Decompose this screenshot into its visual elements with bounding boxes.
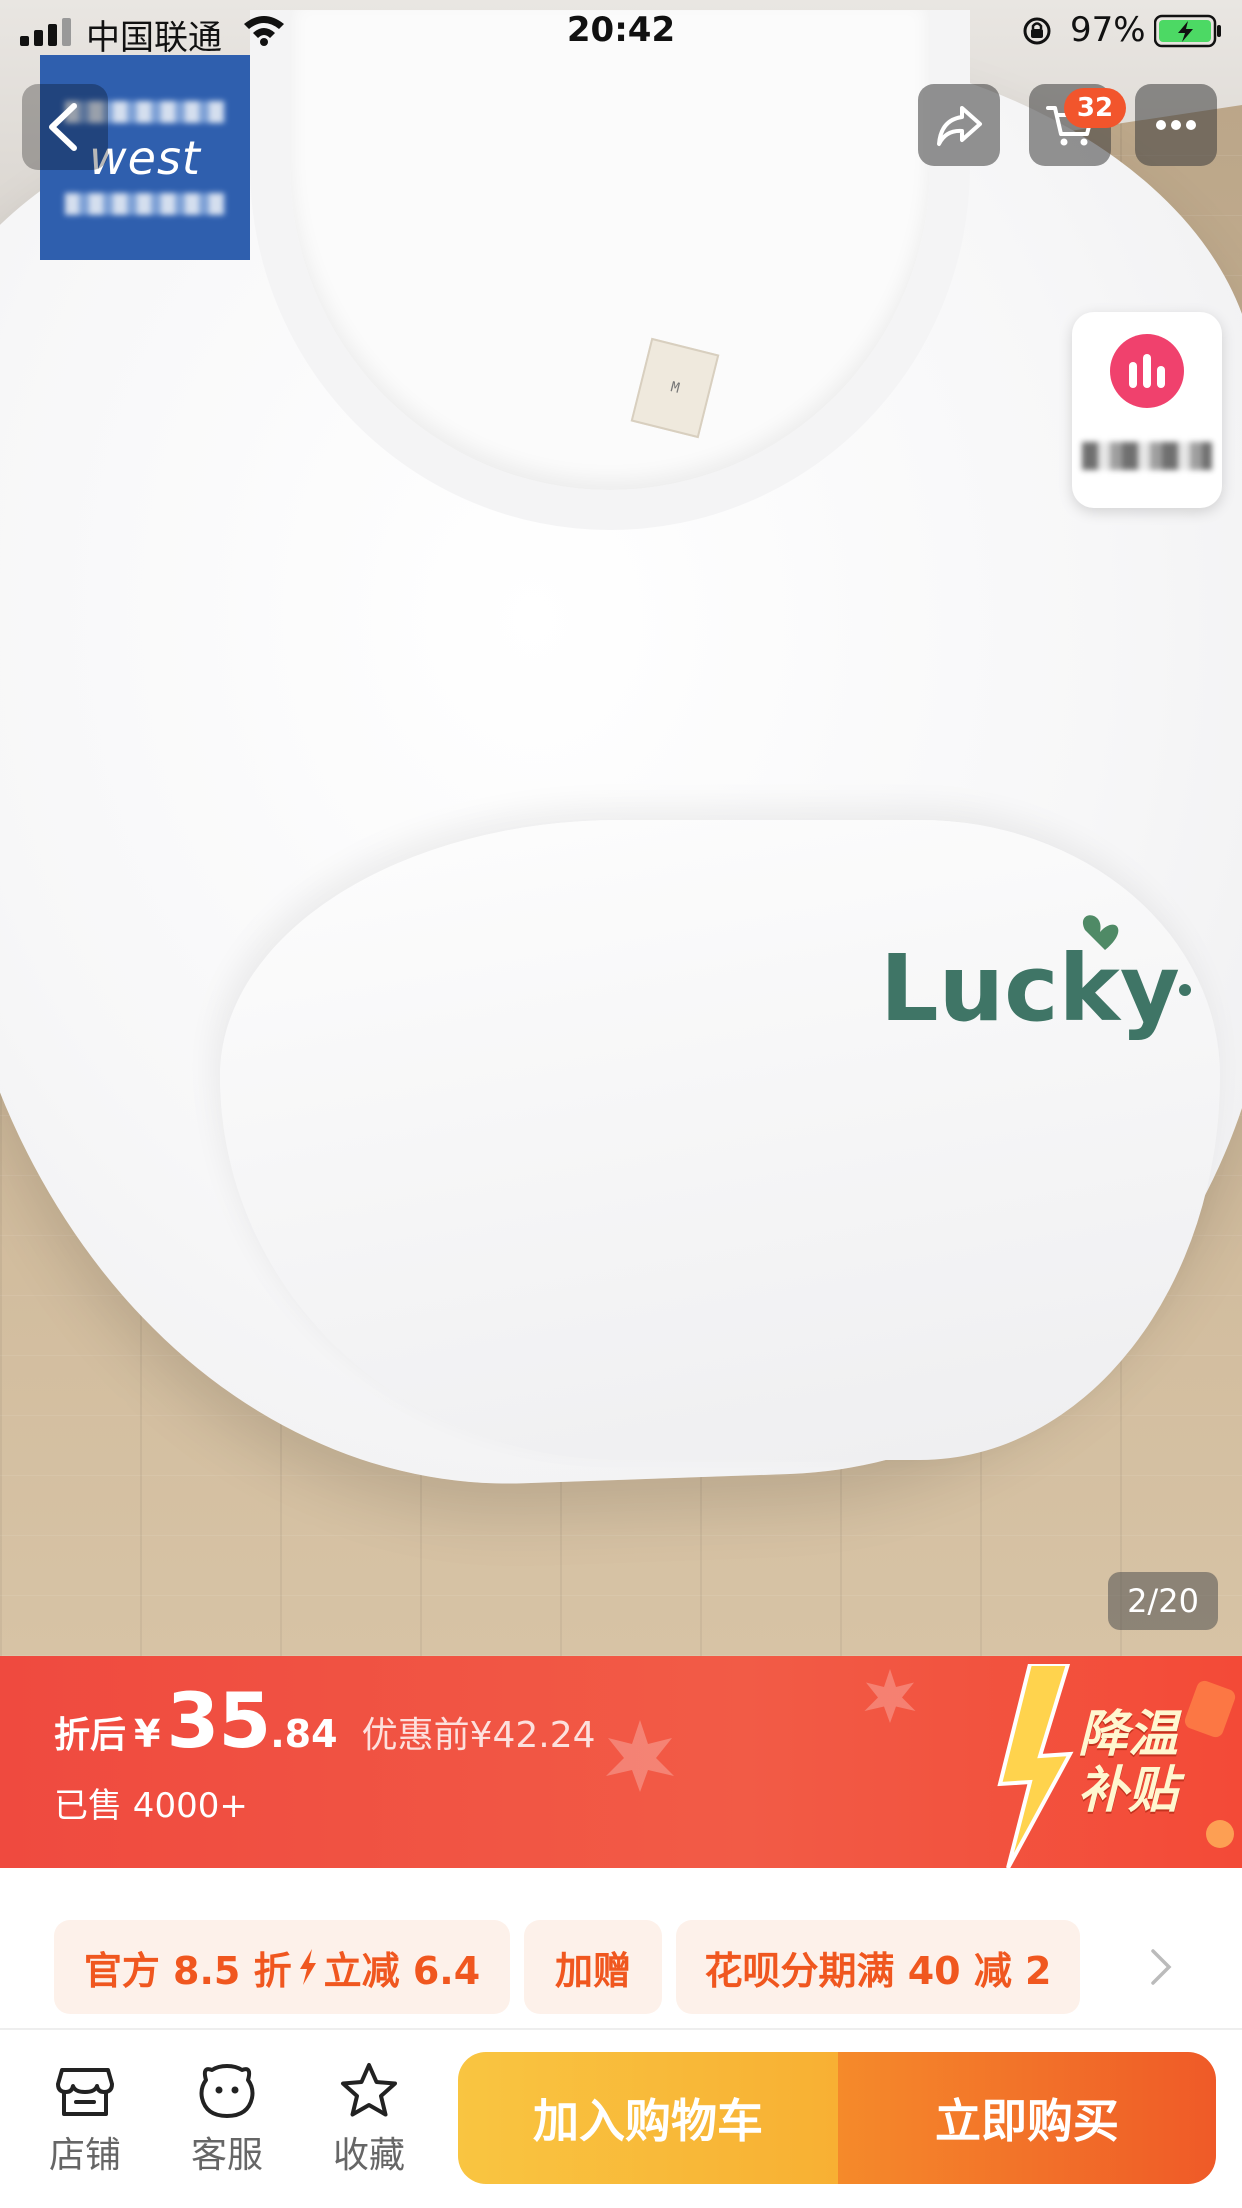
coupon-row: 官方 8.5 折 立减 6.4 加赠 花呗分期满 40 减 2	[0, 1868, 1242, 2028]
image-counter: 2/20	[1108, 1572, 1218, 1630]
live-stream-widget[interactable]	[1072, 312, 1222, 508]
buy-now-button[interactable]: 立即购买	[838, 2052, 1216, 2184]
official-discount-text: 官方 8.5 折	[83, 1948, 292, 1993]
back-button[interactable]	[22, 84, 108, 170]
share-button[interactable]	[918, 84, 1000, 166]
official-discount-coupon[interactable]: 官方 8.5 折 立减 6.4	[54, 1920, 510, 2014]
installment-coupon[interactable]: 花呗分期满 40 减 2	[676, 1920, 1080, 2014]
price-decimal: .84	[270, 1712, 338, 1756]
price-prefix: 折后	[54, 1715, 127, 1756]
shop-button[interactable]: 店铺	[30, 2060, 140, 2178]
status-bar: 中国联通 20:42 97%	[0, 0, 1242, 62]
lucky-print-text: Lucky	[880, 935, 1180, 1042]
lucky-print-logo: Lucky	[880, 915, 1191, 1042]
shop-label: 店铺	[48, 2135, 121, 2176]
cart-count-badge: 32	[1064, 88, 1126, 128]
gift-coupon[interactable]: 加赠	[524, 1920, 662, 2014]
more-button[interactable]	[1135, 84, 1217, 166]
blurred-brand-line	[65, 192, 225, 215]
instant-reduction-text: 立减 6.4	[323, 1948, 481, 1993]
star-icon	[341, 2063, 397, 2117]
battery-percent: 97%	[1070, 10, 1146, 50]
lightning-icon	[299, 1949, 316, 1985]
promo-label: 降温 补贴	[1078, 1706, 1178, 1818]
customer-service-icon	[199, 2064, 255, 2118]
price-currency: ¥	[134, 1712, 161, 1756]
maple-leaf-icon	[606, 1720, 674, 1792]
product-detail-page: M Lucky 2/20 中国联通 20:42 97% west 32 折后 ¥…	[0, 0, 1242, 2208]
price-integer: 35	[166, 1676, 271, 1765]
price-row: 折后 ¥ 35 .84 优惠前¥42.24	[54, 1676, 596, 1765]
store-icon	[56, 2068, 114, 2116]
sold-count: 已售 4000+	[54, 1786, 248, 1826]
customer-service-button[interactable]: 客服	[172, 2060, 282, 2178]
original-price: 优惠前¥42.24	[361, 1715, 596, 1756]
favorite-button[interactable]: 收藏	[314, 2060, 424, 2178]
add-to-cart-button[interactable]: 加入购物车	[458, 2052, 838, 2184]
favorite-label: 收藏	[332, 2135, 405, 2176]
chevron-right-icon[interactable]	[1150, 1948, 1172, 1986]
service-label: 客服	[190, 2135, 263, 2176]
price-banner: 折后 ¥ 35 .84 优惠前¥42.24 已售 4000+ 降温 补贴	[0, 1656, 1242, 1868]
rotation-lock-icon	[1023, 17, 1051, 45]
blurred-live-label	[1082, 442, 1212, 470]
clock: 20:42	[566, 10, 676, 50]
bottom-action-bar: 店铺 客服 收藏 加入购物车 立即购买	[0, 2030, 1242, 2208]
battery-icon	[1154, 14, 1221, 48]
back-icon	[49, 103, 77, 151]
live-bars-icon	[1110, 334, 1184, 408]
maple-leaf-icon	[864, 1669, 916, 1723]
more-icon	[1156, 120, 1196, 130]
promo-line-2: 补贴	[1078, 1761, 1178, 1819]
share-icon	[937, 106, 982, 146]
promo-line-1: 降温	[1078, 1705, 1178, 1763]
